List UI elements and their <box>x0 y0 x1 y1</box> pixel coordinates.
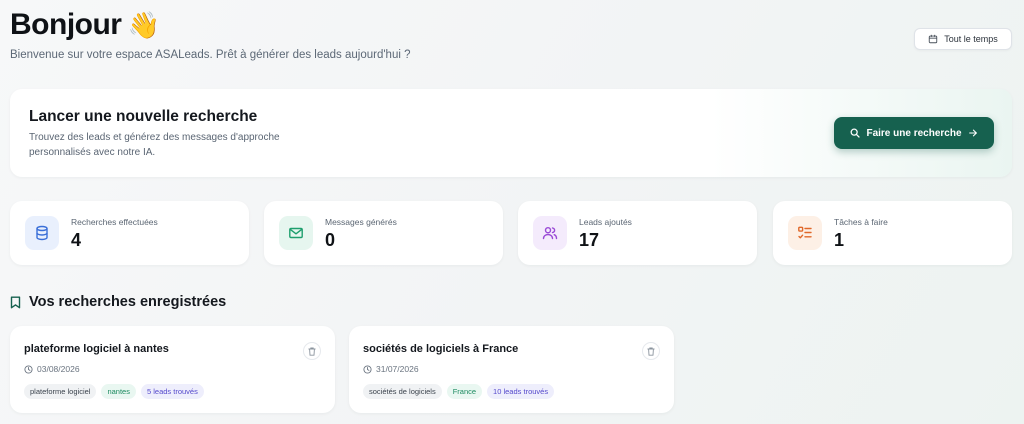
stat-icon-box <box>788 216 822 250</box>
stat-value: 0 <box>325 230 336 250</box>
start-search-label: Faire une recherche <box>866 127 962 139</box>
keyword-tag: plateforme logiciel <box>24 384 97 399</box>
arrow-right-icon <box>968 129 977 137</box>
stat-card-leads: Leads ajoutés 17 <box>518 201 757 265</box>
stat-card-searches: Recherches effectuées 4 <box>10 201 249 265</box>
saved-search-date: 31/07/2026 <box>363 364 419 374</box>
stat-value: 4 <box>71 230 82 250</box>
stat-icon-box <box>533 216 567 250</box>
stat-label: Tâches à faire <box>834 217 888 227</box>
users-icon <box>542 226 558 240</box>
saved-search-date-text: 03/08/2026 <box>37 364 80 374</box>
stat-card-tasks: Tâches à faire 1 <box>773 201 1012 265</box>
mail-icon <box>289 227 303 239</box>
location-tag: France <box>446 384 483 399</box>
period-filter-button[interactable]: Tout le temps <box>914 28 1012 50</box>
new-search-banner: Lancer une nouvelle recherche Trouvez de… <box>10 89 1012 177</box>
stat-value: 1 <box>834 230 845 250</box>
waving-hand-icon: 👋 <box>127 10 160 40</box>
trash-icon <box>647 347 655 356</box>
delete-search-button[interactable] <box>642 342 660 360</box>
saved-searches-title: Vos recherches enregistrées <box>29 294 227 310</box>
search-icon <box>851 128 861 138</box>
banner-description: Trouvez des leads et générez des message… <box>29 132 280 158</box>
saved-search-card[interactable]: sociétés de logiciels à France 31/07/202… <box>349 326 674 413</box>
location-tag: nantes <box>101 384 136 399</box>
period-filter-label: Tout le temps <box>944 34 998 44</box>
stat-label: Messages générés <box>325 217 397 227</box>
page-title: Bonjour <box>10 8 122 41</box>
banner-title: Lancer une nouvelle recherche <box>29 108 258 125</box>
stat-icon-box <box>25 216 59 250</box>
saved-search-tags: plateforme logiciel nantes 5 leads trouv… <box>24 384 204 399</box>
saved-search-date: 03/08/2026 <box>24 364 80 374</box>
welcome-subtitle: Bienvenue sur votre espace ASALeads. Prê… <box>10 49 411 61</box>
saved-search-title: plateforme logiciel à nantes <box>24 343 169 355</box>
greeting: Bonjour 👋 <box>10 8 160 42</box>
saved-search-title: sociétés de logiciels à France <box>363 343 519 355</box>
stat-card-messages: Messages générés 0 <box>264 201 503 265</box>
bookmark-icon <box>10 296 21 308</box>
start-search-button[interactable]: Faire une recherche <box>834 117 994 149</box>
stat-value: 17 <box>579 230 600 250</box>
trash-icon <box>308 347 316 356</box>
task-list-icon <box>798 226 812 239</box>
stat-icon-box <box>279 216 313 250</box>
database-icon <box>36 225 48 241</box>
calendar-icon <box>929 34 938 44</box>
keyword-tag: sociétés de logiciels <box>363 384 442 399</box>
saved-searches-heading: Vos recherches enregistrées <box>10 294 226 310</box>
stat-label: Leads ajoutés <box>579 217 632 227</box>
leads-count-tag: 5 leads trouvés <box>140 384 204 399</box>
saved-search-date-text: 31/07/2026 <box>376 364 419 374</box>
stat-label: Recherches effectuées <box>71 217 158 227</box>
leads-count-tag: 10 leads trouvés <box>487 384 555 399</box>
delete-search-button[interactable] <box>303 342 321 360</box>
clock-icon <box>363 364 372 374</box>
saved-search-card[interactable]: plateforme logiciel à nantes 03/08/2026 … <box>10 326 335 413</box>
clock-icon <box>24 364 33 374</box>
saved-search-tags: sociétés de logiciels France 10 leads tr… <box>363 384 555 399</box>
